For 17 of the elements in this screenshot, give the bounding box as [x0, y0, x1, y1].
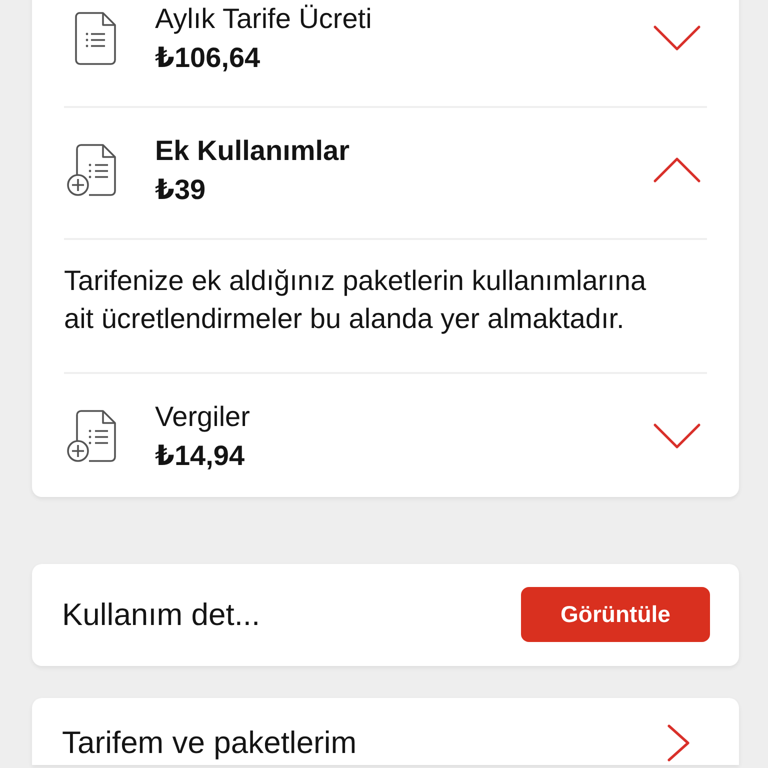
chevron-down-icon[interactable] — [653, 25, 701, 51]
document-icon — [75, 12, 116, 64]
charge-title: Ek Kullanımlar — [155, 134, 350, 168]
charge-title: Vergiler — [155, 400, 250, 434]
view-button[interactable]: Görüntüle — [521, 587, 710, 642]
document-add-icon — [67, 409, 117, 463]
charge-amount: ₺14,94 — [155, 439, 245, 473]
charge-description: Tarifenize ek aldığınız paketlerin kullanımlarına ait ücretlendirmeler bu alanda yer almaktadır. — [64, 238, 707, 372]
charge-amount: ₺106,64 — [155, 41, 260, 75]
charge-amount: ₺39 — [155, 173, 206, 207]
chevron-up-icon[interactable] — [653, 157, 701, 183]
usage-details-label: Kullanım det... — [62, 596, 260, 634]
charge-title: Aylık Tarife Ücreti — [155, 2, 372, 36]
chevron-down-icon[interactable] — [653, 423, 701, 449]
chevron-right-icon[interactable] — [667, 724, 690, 762]
tariff-packages-link[interactable]: Tarifem ve paketlerim — [32, 698, 739, 765]
document-add-icon — [67, 143, 117, 197]
